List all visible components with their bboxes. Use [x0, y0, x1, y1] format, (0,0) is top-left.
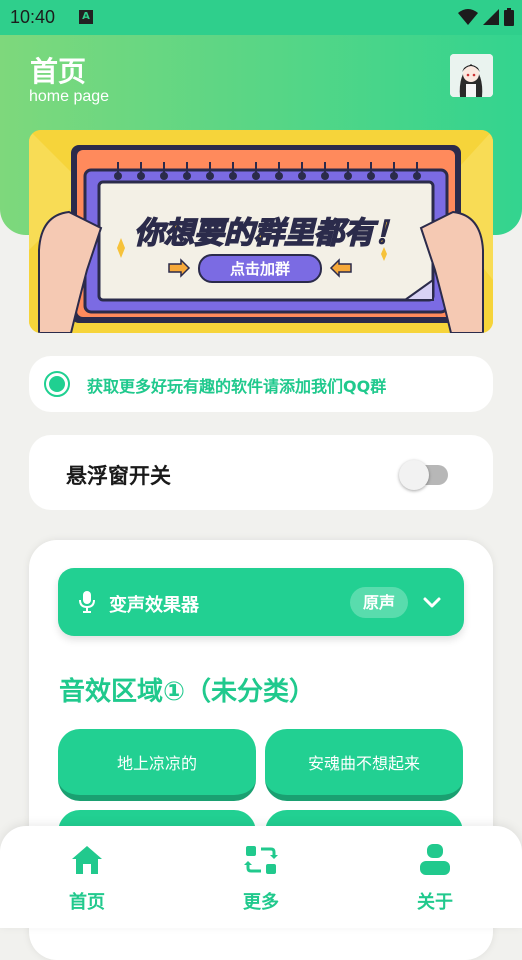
page-title: 首页	[30, 55, 87, 88]
sound-button[interactable]: 安魂曲不想起来	[265, 729, 463, 801]
floating-window-row: 悬浮窗开关	[29, 435, 493, 510]
notification-icon: A	[79, 10, 93, 24]
avatar[interactable]	[450, 54, 493, 97]
nav-label-about: 关于	[417, 892, 453, 913]
toggle-knob	[399, 460, 429, 490]
status-time: 10:40	[10, 7, 56, 27]
refresh-icon	[244, 846, 278, 874]
chevron-down-icon	[423, 597, 441, 608]
signal-icon	[483, 9, 499, 25]
microphone-icon	[79, 591, 95, 613]
qq-group-notice[interactable]: 获取更多好玩有趣的软件请添加我们QQ群	[29, 356, 493, 412]
nav-item-more[interactable]: 更多	[211, 844, 311, 914]
current-effect-badge: 原声	[350, 587, 408, 618]
status-bar: 10:40 A	[0, 0, 522, 35]
nav-item-about[interactable]: 关于	[385, 844, 485, 914]
join-group-banner[interactable]: 你想要的群里都有！ 点击加群	[29, 130, 493, 333]
radio-dot-icon	[44, 371, 70, 397]
nav-label-more: 更多	[243, 892, 279, 913]
bottom-nav: 首页 更多 关于	[0, 826, 522, 928]
nav-label-home: 首页	[69, 892, 105, 913]
user-icon	[420, 844, 450, 875]
join-group-button[interactable]: 点击加群	[199, 257, 321, 281]
page-subtitle: home page	[29, 88, 110, 105]
avatar-image	[450, 54, 493, 97]
section-title: 音效区域①（未分类）	[59, 677, 316, 707]
nav-item-home[interactable]: 首页	[37, 844, 137, 914]
status-icons	[458, 8, 514, 26]
voice-changer-dropdown[interactable]: 变声效果器 原声	[58, 568, 464, 636]
wifi-icon	[458, 9, 478, 25]
battery-icon	[504, 8, 514, 26]
voice-changer-label: 变声效果器	[109, 595, 199, 616]
sound-button[interactable]: 地上凉凉的	[58, 729, 256, 801]
home-icon	[72, 846, 102, 874]
floating-window-label: 悬浮窗开关	[66, 464, 171, 488]
notice-text: 获取更多好玩有趣的软件请添加我们QQ群	[87, 377, 387, 396]
banner-headline: 你想要的群里都有！	[133, 215, 405, 252]
